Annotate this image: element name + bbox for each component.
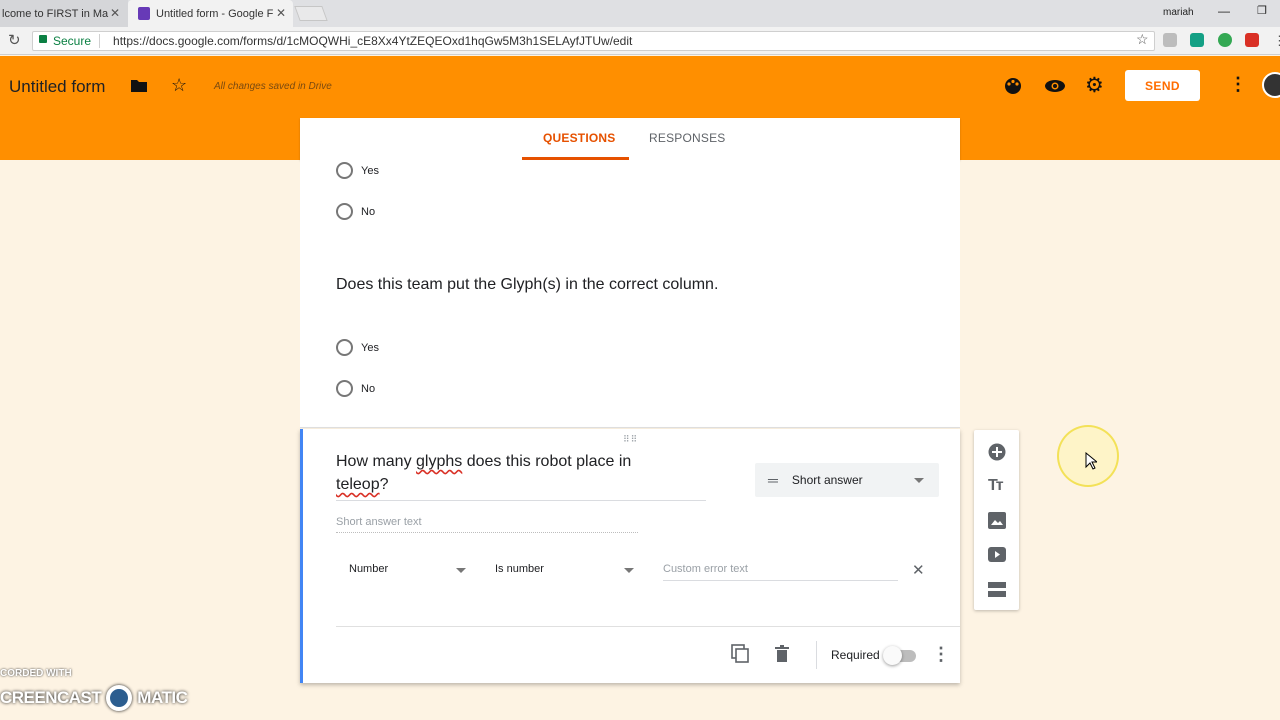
option-label: No bbox=[361, 206, 376, 218]
camera-extension-icon[interactable] bbox=[1163, 33, 1177, 47]
more-options-icon[interactable]: ⋮ bbox=[1229, 74, 1247, 95]
extension-red-icon[interactable] bbox=[1245, 33, 1259, 47]
radio-button[interactable] bbox=[336, 203, 353, 220]
option-label: Yes bbox=[361, 165, 379, 177]
preview-eye-icon[interactable] bbox=[1044, 79, 1066, 93]
browser-tab-forms[interactable]: Untitled form - Google F ✕ bbox=[128, 0, 293, 27]
screencast-logo-icon bbox=[106, 685, 133, 711]
add-title-icon[interactable]: Tт bbox=[988, 477, 1004, 495]
mouse-cursor-icon bbox=[1085, 452, 1097, 470]
short-answer-icon: ═ bbox=[768, 472, 778, 488]
browser-tab-first[interactable]: lcome to FIRST in Ma ✕ bbox=[0, 0, 128, 27]
reload-icon[interactable]: ↻ bbox=[8, 31, 21, 49]
misspelled-word: teleop bbox=[336, 476, 380, 493]
folder-icon[interactable] bbox=[130, 78, 148, 93]
secure-label: Secure bbox=[53, 34, 92, 48]
watermark-text: CREENCAST bbox=[0, 688, 102, 707]
active-indicator-bar bbox=[300, 429, 303, 683]
watermark-line1: CORDED WITH bbox=[0, 668, 72, 679]
tab-label: Untitled form - Google F bbox=[156, 7, 274, 20]
validation-category-select[interactable]: Number bbox=[349, 563, 388, 575]
lock-icon bbox=[39, 35, 47, 43]
add-image-icon[interactable] bbox=[988, 512, 1006, 529]
misspelled-word: glyphs bbox=[416, 453, 463, 470]
send-button[interactable]: SEND bbox=[1125, 70, 1200, 101]
watermark-text: MATIC bbox=[137, 688, 188, 707]
question-more-icon[interactable]: ⋮ bbox=[932, 644, 950, 665]
screencast-watermark: CREENCAST MATIC bbox=[0, 685, 188, 711]
tab-label: lcome to FIRST in Ma bbox=[2, 7, 109, 20]
grammarly-extension-icon[interactable] bbox=[1218, 33, 1232, 47]
title-text: does this robot place in bbox=[462, 453, 632, 470]
chevron-down-icon[interactable] bbox=[456, 568, 466, 573]
browser-menu-icon[interactable]: ⋮ bbox=[1273, 33, 1280, 49]
question-card bbox=[300, 160, 960, 428]
close-icon[interactable]: ✕ bbox=[110, 6, 120, 20]
settings-gear-icon[interactable]: ⚙ bbox=[1085, 73, 1104, 98]
duplicate-icon[interactable] bbox=[731, 644, 750, 664]
user-name: mariah bbox=[1163, 7, 1194, 18]
add-question-icon[interactable] bbox=[988, 443, 1006, 461]
footer-separator bbox=[816, 641, 817, 669]
form-tabs-bar bbox=[300, 118, 960, 160]
short-answer-placeholder: Short answer text bbox=[336, 516, 638, 533]
question-type-select[interactable]: ═ Short answer bbox=[755, 463, 939, 497]
star-icon[interactable]: ☆ bbox=[171, 75, 187, 96]
save-status: All changes saved in Drive bbox=[214, 81, 332, 92]
tab-questions[interactable]: QUESTIONS bbox=[543, 131, 615, 145]
remove-validation-icon[interactable]: ✕ bbox=[912, 561, 925, 579]
close-icon[interactable]: ✕ bbox=[276, 6, 286, 20]
palette-icon[interactable] bbox=[1004, 77, 1022, 95]
custom-error-input[interactable]: Custom error text bbox=[663, 563, 898, 581]
delete-trash-icon[interactable] bbox=[775, 645, 789, 662]
url-input[interactable]: Secure https://docs.google.com/forms/d/1… bbox=[32, 31, 1155, 51]
title-text: ? bbox=[379, 476, 389, 493]
question-title-input[interactable]: How many glyphs does this robot place in… bbox=[336, 450, 706, 501]
radio-button[interactable] bbox=[336, 380, 353, 397]
url-text: https://docs.google.com/forms/d/1cMOQWHi… bbox=[99, 34, 632, 48]
validation-rule-select[interactable]: Is number bbox=[495, 563, 544, 575]
restore-icon[interactable]: ❐ bbox=[1257, 4, 1267, 17]
option-label: No bbox=[361, 383, 376, 395]
required-label: Required bbox=[831, 648, 880, 662]
radio-button[interactable] bbox=[336, 162, 353, 179]
minimize-icon[interactable]: — bbox=[1218, 4, 1230, 18]
title-text: How many bbox=[336, 453, 417, 470]
chevron-down-icon bbox=[914, 478, 924, 483]
tab-responses[interactable]: RESPONSES bbox=[649, 131, 726, 145]
forms-favicon-icon bbox=[138, 7, 150, 20]
toggle-knob[interactable] bbox=[883, 646, 902, 665]
extension-c-icon[interactable] bbox=[1190, 33, 1204, 47]
form-title[interactable]: Untitled form bbox=[9, 77, 105, 97]
radio-button[interactable] bbox=[336, 339, 353, 356]
new-tab-button[interactable] bbox=[294, 6, 328, 21]
chevron-down-icon[interactable] bbox=[624, 568, 634, 573]
card-footer-divider bbox=[336, 626, 960, 627]
add-section-icon[interactable] bbox=[988, 582, 1006, 597]
add-video-icon[interactable] bbox=[988, 547, 1006, 562]
question-title[interactable]: Does this team put the Glyph(s) in the c… bbox=[336, 276, 718, 294]
bookmark-star-icon[interactable]: ☆ bbox=[1136, 31, 1149, 48]
option-label: Yes bbox=[361, 342, 379, 354]
drag-handle-icon[interactable]: ⠿⠿ bbox=[623, 434, 638, 445]
question-type-label: Short answer bbox=[791, 473, 863, 487]
secure-indicator[interactable]: Secure bbox=[33, 34, 91, 48]
